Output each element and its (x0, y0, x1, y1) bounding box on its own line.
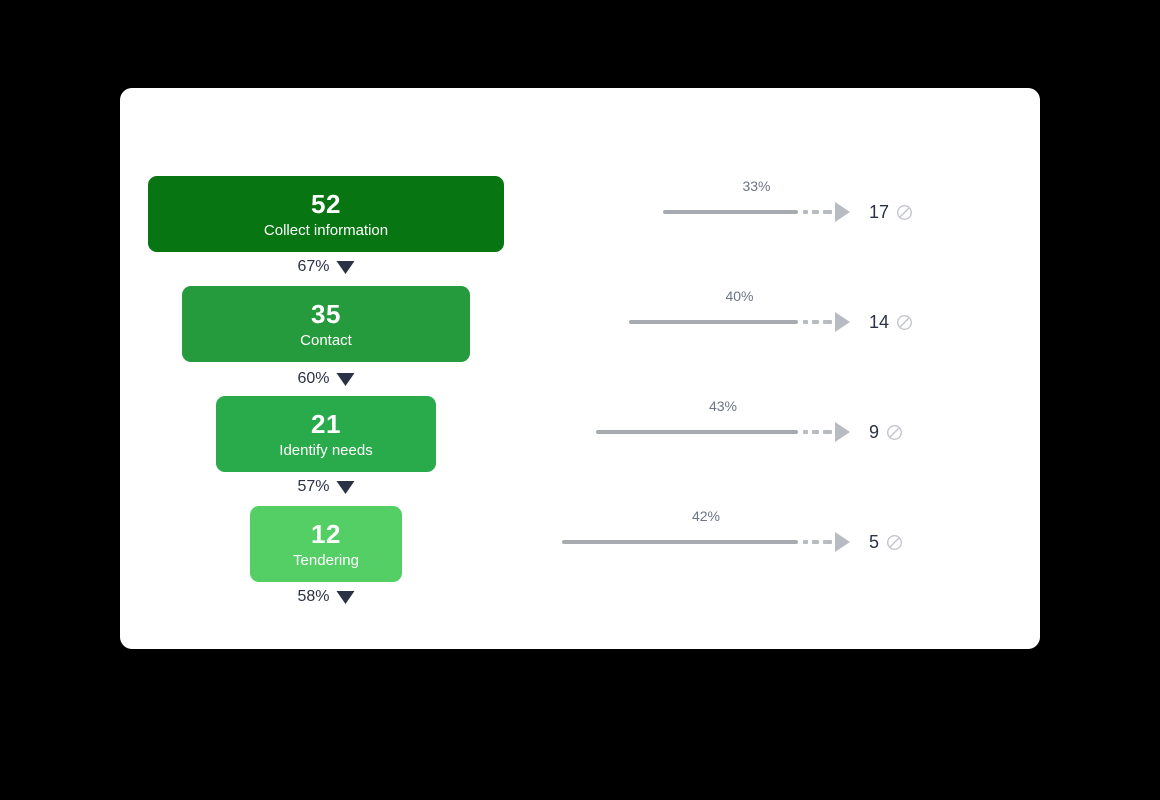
conversion-rate-text: 60% (297, 370, 330, 387)
dropoff-line-group: 43% (596, 398, 850, 447)
funnel-bar-label: Identify needs (279, 441, 373, 459)
conversion-rate-text: 57% (297, 478, 330, 495)
conversion-marker-stage-2: 60% (297, 370, 355, 388)
dropoff-row-stage-4: 42% 5 (562, 508, 903, 557)
conversion-marker-stage-3: 57% (297, 478, 355, 496)
dropoff-line (562, 540, 798, 544)
dropoff-line (629, 320, 798, 324)
dropoff-row-stage-2: 40% 14 (629, 288, 913, 337)
funnel-bar-stage-2[interactable]: 35 Contact (182, 286, 470, 362)
dropoff-rate-text: 40% (725, 288, 754, 304)
dropoff-dashes-icon (803, 210, 832, 214)
triangle-down-icon (336, 372, 355, 386)
triangle-down-icon (336, 260, 355, 274)
arrow-right-icon (835, 422, 850, 442)
funnel-bar-label: Contact (300, 331, 352, 349)
dropoff-line-group: 33% (663, 178, 850, 227)
dropoff-dashes-icon (803, 430, 832, 434)
funnel-bar-value: 12 (311, 518, 341, 549)
funnel-bar-stage-4[interactable]: 12 Tendering (250, 506, 402, 582)
arrow-right-icon (835, 202, 850, 222)
funnel-bar-label: Tendering (293, 551, 359, 569)
triangle-down-icon (336, 480, 355, 494)
dropoff-dashes-icon (803, 540, 832, 544)
blocked-icon (896, 204, 913, 221)
arrow-right-icon (835, 312, 850, 332)
triangle-down-icon (336, 590, 355, 604)
arrow-right-icon (835, 532, 850, 552)
dropoff-rate-text: 43% (708, 398, 738, 414)
screenshot-stage: 52 Collect information 67% 33% 17 35 Con… (0, 0, 1160, 800)
funnel-bar-stage-3[interactable]: 21 Identify needs (216, 396, 436, 472)
dropoff-count-text: 9 (869, 421, 880, 442)
blocked-icon (896, 314, 913, 331)
dropoff-count-text: 5 (869, 531, 880, 552)
blocked-icon (886, 534, 903, 551)
conversion-marker-stage-1: 67% (297, 258, 355, 276)
conversion-marker-stage-4: 58% (297, 588, 355, 606)
dropoff-row-stage-1: 33% 17 (663, 178, 913, 227)
dropoff-line (663, 210, 798, 214)
conversion-rate-text: 67% (297, 258, 330, 275)
dropoff-line (596, 430, 798, 434)
dropoff-dashes-icon (803, 320, 832, 324)
dropoff-rate-text: 33% (742, 178, 771, 194)
dropoff-count-text: 17 (869, 201, 890, 222)
conversion-rate-text: 58% (297, 588, 330, 605)
funnel-bar-stage-1[interactable]: 52 Collect information (148, 176, 504, 252)
funnel-bar-value: 21 (311, 408, 341, 439)
dropoff-line-group: 40% (629, 288, 850, 337)
funnel-bar-value: 35 (311, 298, 341, 329)
funnel-bar-label: Collect information (263, 221, 389, 239)
blocked-icon (886, 424, 903, 441)
funnel-chart-card: 52 Collect information 67% 33% 17 35 Con… (120, 88, 1040, 649)
dropoff-row-stage-3: 43% 9 (596, 398, 903, 447)
funnel-bar-value: 52 (311, 188, 341, 219)
dropoff-count-text: 14 (869, 311, 890, 332)
dropoff-line-group: 42% (562, 508, 850, 557)
dropoff-rate-text: 42% (691, 508, 721, 524)
